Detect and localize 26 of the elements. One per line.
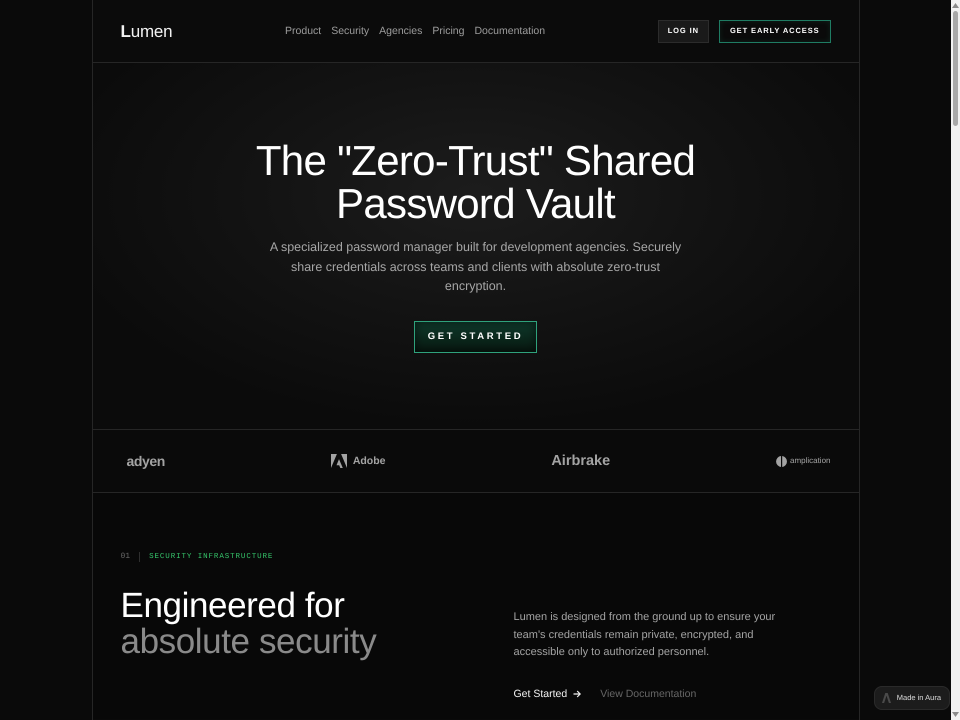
logo-icon bbox=[776, 456, 788, 466]
scrollbar[interactable] bbox=[951, 0, 960, 720]
scroll-down-icon[interactable] bbox=[952, 712, 959, 717]
logo-icon bbox=[330, 454, 347, 468]
arrow-right-icon bbox=[573, 690, 582, 698]
get-started-button[interactable]: GET STARTED bbox=[414, 321, 538, 353]
logo-icon bbox=[882, 693, 891, 703]
logo-text: adyen bbox=[126, 454, 165, 468]
heading-accent-text: absolute security bbox=[120, 624, 378, 660]
logo-text: Adobe bbox=[352, 456, 386, 466]
nav-link[interactable]: Product bbox=[285, 24, 322, 38]
get-started-link[interactable]: Get Started bbox=[514, 688, 582, 700]
hero-title: The "Zero-Trust" Shared Password Vault bbox=[254, 139, 696, 225]
section-heading: Engineered for bbox=[120, 588, 346, 624]
logo-text: Airbrake bbox=[551, 454, 610, 468]
section-description: Lumen is designed from the ground up to ensure your team's credentials remain private, encrypted, and accessible only to authorized personnel. bbox=[514, 610, 776, 660]
scroll-up-icon[interactable] bbox=[952, 3, 959, 8]
nav-link[interactable]: Documentation bbox=[474, 24, 546, 38]
nav-link[interactable]: Agencies bbox=[379, 24, 422, 38]
hero-subtitle: A specialized password manager built for development agencies. Securely share credentials across teams and clients with absolute zero-trust encryption. bbox=[268, 239, 682, 295]
section-number: 01 bbox=[120, 551, 130, 563]
logo[interactable]: Lumen bbox=[120, 22, 172, 40]
nav-link[interactable]: Security bbox=[331, 24, 370, 38]
nav-link[interactable]: Pricing bbox=[432, 24, 464, 38]
logo-text: amplication bbox=[790, 457, 830, 465]
scrollbar-thumb[interactable] bbox=[953, 11, 958, 126]
